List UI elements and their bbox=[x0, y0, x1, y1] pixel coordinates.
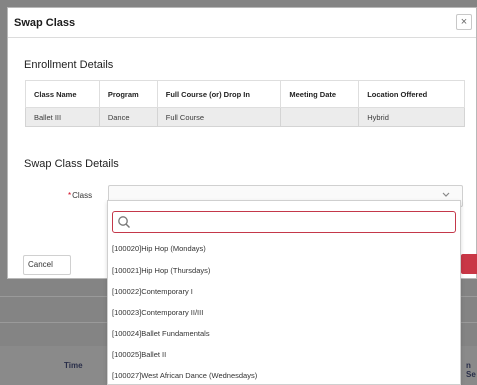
column-header: Full Course (or) Drop In bbox=[156, 80, 282, 108]
table-row: Ballet III Dance Full Course Hybrid bbox=[25, 107, 465, 127]
list-item[interactable]: [100027]West African Dance (Wednesdays) bbox=[112, 371, 257, 380]
table-cell-program: Dance bbox=[98, 107, 158, 127]
search-icon bbox=[117, 215, 131, 229]
column-header: Location Offered bbox=[358, 80, 465, 108]
table-cell-location: Hybrid bbox=[358, 107, 465, 127]
required-marker: * bbox=[68, 191, 72, 200]
column-header: Program bbox=[98, 80, 158, 108]
table-cell-meeting-date bbox=[280, 107, 360, 127]
close-icon: × bbox=[460, 16, 468, 28]
class-field-label: *Class bbox=[68, 191, 92, 200]
list-item[interactable]: [100021]Hip Hop (Thursdays) bbox=[112, 266, 210, 275]
list-item[interactable]: [100025]Ballet II bbox=[112, 350, 166, 359]
enrollment-details-heading: Enrollment Details bbox=[24, 59, 114, 71]
class-search-input[interactable] bbox=[112, 211, 456, 233]
list-item[interactable]: [100022]Contemporary I bbox=[112, 287, 193, 296]
list-item[interactable]: [100020]Hip Hop (Mondays) bbox=[112, 244, 206, 253]
cancel-button[interactable]: Cancel bbox=[23, 255, 71, 275]
table-cell-class-name: Ballet III bbox=[25, 107, 100, 127]
modal-header: Swap Class × bbox=[8, 8, 476, 38]
column-header: Class Name bbox=[25, 80, 100, 108]
background-time-header: Time bbox=[64, 361, 83, 370]
swap-class-details-heading: Swap Class Details bbox=[24, 158, 119, 170]
list-item[interactable]: [100023]Contemporary II/III bbox=[112, 308, 203, 317]
class-dropdown-list: [100020]Hip Hop (Mondays) [100021]Hip Ho… bbox=[107, 200, 461, 385]
primary-action-button[interactable] bbox=[461, 254, 477, 274]
enrollment-table: Class Name Program Full Course (or) Drop… bbox=[25, 80, 465, 127]
class-label-text: Class bbox=[72, 191, 93, 200]
modal-title: Swap Class bbox=[14, 17, 76, 29]
column-header: Meeting Date bbox=[280, 80, 360, 108]
list-item[interactable]: [100024]Ballet Fundamentals bbox=[112, 329, 210, 338]
table-cell-course-type: Full Course bbox=[156, 107, 282, 127]
chevron-down-icon bbox=[442, 191, 450, 200]
background-column-header: n Se bbox=[466, 361, 476, 379]
table-header-row: Class Name Program Full Course (or) Drop… bbox=[25, 80, 465, 108]
close-button[interactable]: × bbox=[456, 14, 472, 30]
